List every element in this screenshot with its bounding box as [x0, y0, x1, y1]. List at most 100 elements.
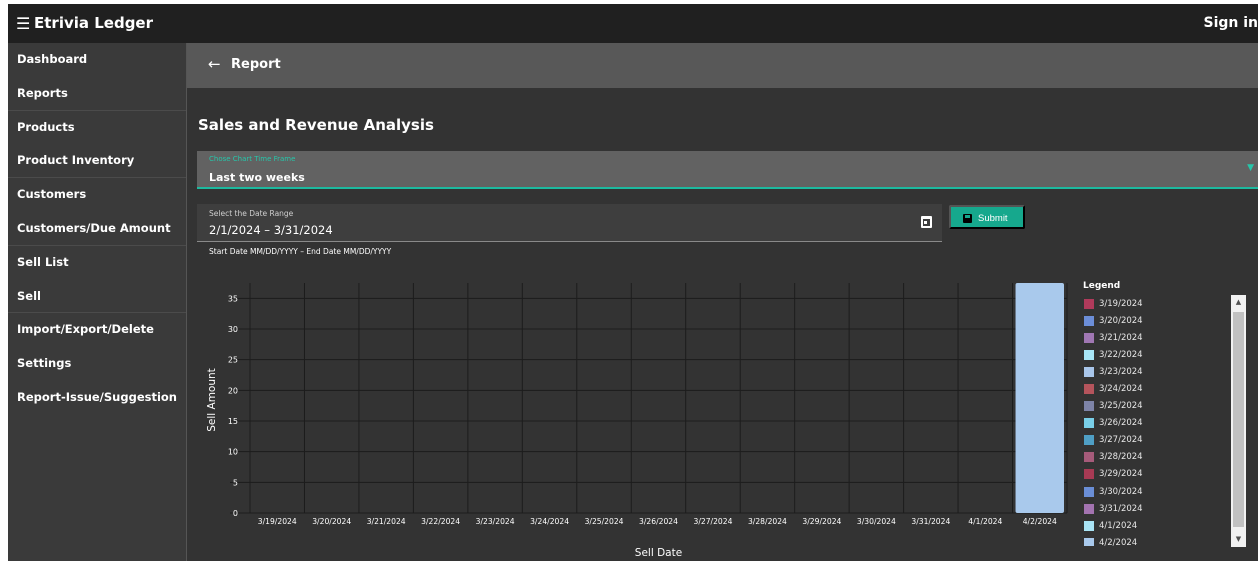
- legend-swatch: [1084, 349, 1094, 360]
- sidebar-item-reports[interactable]: Reports: [8, 77, 186, 111]
- sidebar-item-product-inventory[interactable]: Product Inventory: [8, 144, 186, 179]
- chart-legend: 3/19/2024 3/20/2024 3/21/2024 3/22/2024 3/23…: [1080, 295, 1244, 546]
- y-tick-label: 30: [228, 325, 238, 334]
- legend-item[interactable]: 3/20/2024: [1080, 312, 1244, 329]
- legend-label: 3/24/2024: [1099, 384, 1143, 395]
- page-title: Sales and Revenue Analysis: [198, 116, 434, 134]
- x-tick-label: 3/22/2024: [421, 517, 460, 526]
- legend-item[interactable]: 3/27/2024: [1080, 432, 1244, 449]
- sidebar-item-report-issue[interactable]: Report-Issue/Suggestion: [8, 381, 186, 415]
- legend-label: 3/20/2024: [1099, 315, 1143, 326]
- y-tick-label: 15: [228, 417, 238, 426]
- scroll-thumb[interactable]: [1233, 312, 1244, 527]
- y-tick-label: 5: [233, 478, 238, 487]
- legend-title: Legend: [1083, 281, 1121, 291]
- legend-item[interactable]: 3/19/2024: [1080, 295, 1244, 312]
- x-tick-label: 3/30/2024: [857, 517, 896, 526]
- legend-label: 3/27/2024: [1099, 435, 1143, 446]
- date-range-value[interactable]: 2/1/2024 – 3/31/2024: [209, 223, 333, 237]
- legend-item[interactable]: 3/24/2024: [1080, 380, 1244, 397]
- x-tick-label: 3/25/2024: [585, 517, 624, 526]
- sidebar-item-customers[interactable]: Customers: [8, 178, 186, 212]
- legend-swatch: [1084, 366, 1094, 377]
- date-range-hint: Start Date MM/DD/YYYY – End Date MM/DD/Y…: [209, 247, 392, 256]
- report-header: ← Report: [187, 43, 1258, 88]
- timeframe-label: Chose Chart Time Frame: [209, 155, 296, 163]
- legend-label: 3/21/2024: [1099, 332, 1143, 343]
- legend-swatch: [1084, 469, 1094, 480]
- legend-swatch: [1084, 418, 1094, 429]
- sidebar-item-sell-list[interactable]: Sell List: [8, 246, 186, 280]
- y-tick-label: 20: [228, 386, 238, 395]
- chevron-down-icon[interactable]: ▼: [1247, 163, 1254, 173]
- sidebar: Dashboard Reports Products Product Inven…: [8, 43, 187, 561]
- y-tick-label: 35: [228, 294, 238, 303]
- legend-item[interactable]: 3/29/2024: [1080, 466, 1244, 483]
- legend-item[interactable]: 4/2/2024: [1080, 534, 1244, 546]
- x-tick-label: 3/27/2024: [693, 517, 732, 526]
- legend-item[interactable]: 3/25/2024: [1080, 398, 1244, 415]
- calendar-icon[interactable]: [921, 216, 932, 228]
- sign-in-button[interactable]: Sign in: [1203, 15, 1258, 31]
- sales-bar-chart: 0 5 10 15 20 25 30 35 3/19/2024 3/20/2024 3/21/202…: [206, 283, 1068, 559]
- sidebar-item-settings[interactable]: Settings: [8, 347, 186, 381]
- legend-item[interactable]: 3/23/2024: [1080, 363, 1244, 380]
- x-tick-label: 4/1/2024: [968, 517, 1002, 526]
- legend-swatch: [1084, 298, 1094, 309]
- menu-collapse-icon[interactable]: ☰: [16, 14, 30, 33]
- legend-swatch: [1084, 315, 1094, 326]
- x-tick-label: 3/26/2024: [639, 517, 678, 526]
- timeframe-value: Last two weeks: [209, 171, 305, 184]
- legend-label: 3/30/2024: [1099, 486, 1143, 497]
- legend-swatch: [1084, 401, 1094, 412]
- y-tick-label: 10: [228, 448, 238, 457]
- date-range-input[interactable]: Select the Date Range 2/1/2024 – 3/31/20…: [197, 204, 942, 242]
- sidebar-item-import-export-delete[interactable]: Import/Export/Delete: [8, 313, 186, 347]
- arrow-left-icon[interactable]: ←: [208, 55, 221, 73]
- timeframe-select[interactable]: Chose Chart Time Frame Last two weeks ▼: [197, 151, 1258, 189]
- legend-item[interactable]: 3/26/2024: [1080, 415, 1244, 432]
- legend-item[interactable]: 3/28/2024: [1080, 449, 1244, 466]
- legend-label: 3/28/2024: [1099, 452, 1143, 463]
- sidebar-item-products[interactable]: Products: [8, 111, 186, 145]
- y-tick-label: 0: [233, 509, 238, 518]
- legend-swatch: [1084, 452, 1094, 463]
- sidebar-item-sell[interactable]: Sell: [8, 280, 186, 314]
- x-tick-label: 3/19/2024: [258, 517, 297, 526]
- legend-label: 3/23/2024: [1099, 366, 1143, 377]
- submit-button[interactable]: Submit: [949, 205, 1025, 229]
- scroll-up-icon[interactable]: ▲: [1231, 295, 1246, 310]
- legend-item[interactable]: 3/22/2024: [1080, 346, 1244, 363]
- scroll-down-icon[interactable]: ▼: [1231, 532, 1246, 547]
- top-app-bar: ☰ Etrivia Ledger Sign in: [8, 4, 1258, 43]
- sidebar-item-dashboard[interactable]: Dashboard: [8, 43, 186, 77]
- legend-swatch: [1084, 520, 1094, 531]
- bar-4/2/2024: [1015, 283, 1064, 513]
- date-range-label: Select the Date Range: [209, 209, 294, 218]
- legend-item[interactable]: 3/30/2024: [1080, 483, 1244, 500]
- legend-label: 3/25/2024: [1099, 401, 1143, 412]
- legend-label: 3/26/2024: [1099, 418, 1143, 429]
- app-title: Etrivia Ledger: [34, 14, 153, 32]
- sidebar-item-customers-due-amount[interactable]: Customers/Due Amount: [8, 212, 186, 246]
- x-tick-label: 3/23/2024: [476, 517, 515, 526]
- legend-label: 4/1/2024: [1099, 520, 1138, 531]
- legend-swatch: [1084, 332, 1094, 343]
- legend-swatch: [1084, 384, 1094, 395]
- x-tick-label: 3/31/2024: [911, 517, 950, 526]
- save-icon: [963, 214, 972, 223]
- x-tick-label: 3/21/2024: [367, 517, 406, 526]
- x-tick-label: 3/29/2024: [802, 517, 841, 526]
- legend-swatch: [1084, 537, 1094, 546]
- legend-swatch: [1084, 486, 1094, 497]
- legend-label: 3/22/2024: [1099, 349, 1143, 360]
- y-axis-title: Sell Amount: [206, 368, 218, 432]
- header-title: Report: [231, 57, 281, 72]
- x-tick-label: 3/24/2024: [530, 517, 569, 526]
- legend-item[interactable]: 3/21/2024: [1080, 329, 1244, 346]
- legend-item[interactable]: 4/1/2024: [1080, 517, 1244, 534]
- legend-item[interactable]: 3/31/2024: [1080, 500, 1244, 517]
- legend-scrollbar[interactable]: ▲ ▼: [1231, 295, 1246, 547]
- x-axis-title: Sell Date: [635, 547, 682, 559]
- legend-swatch: [1084, 435, 1094, 446]
